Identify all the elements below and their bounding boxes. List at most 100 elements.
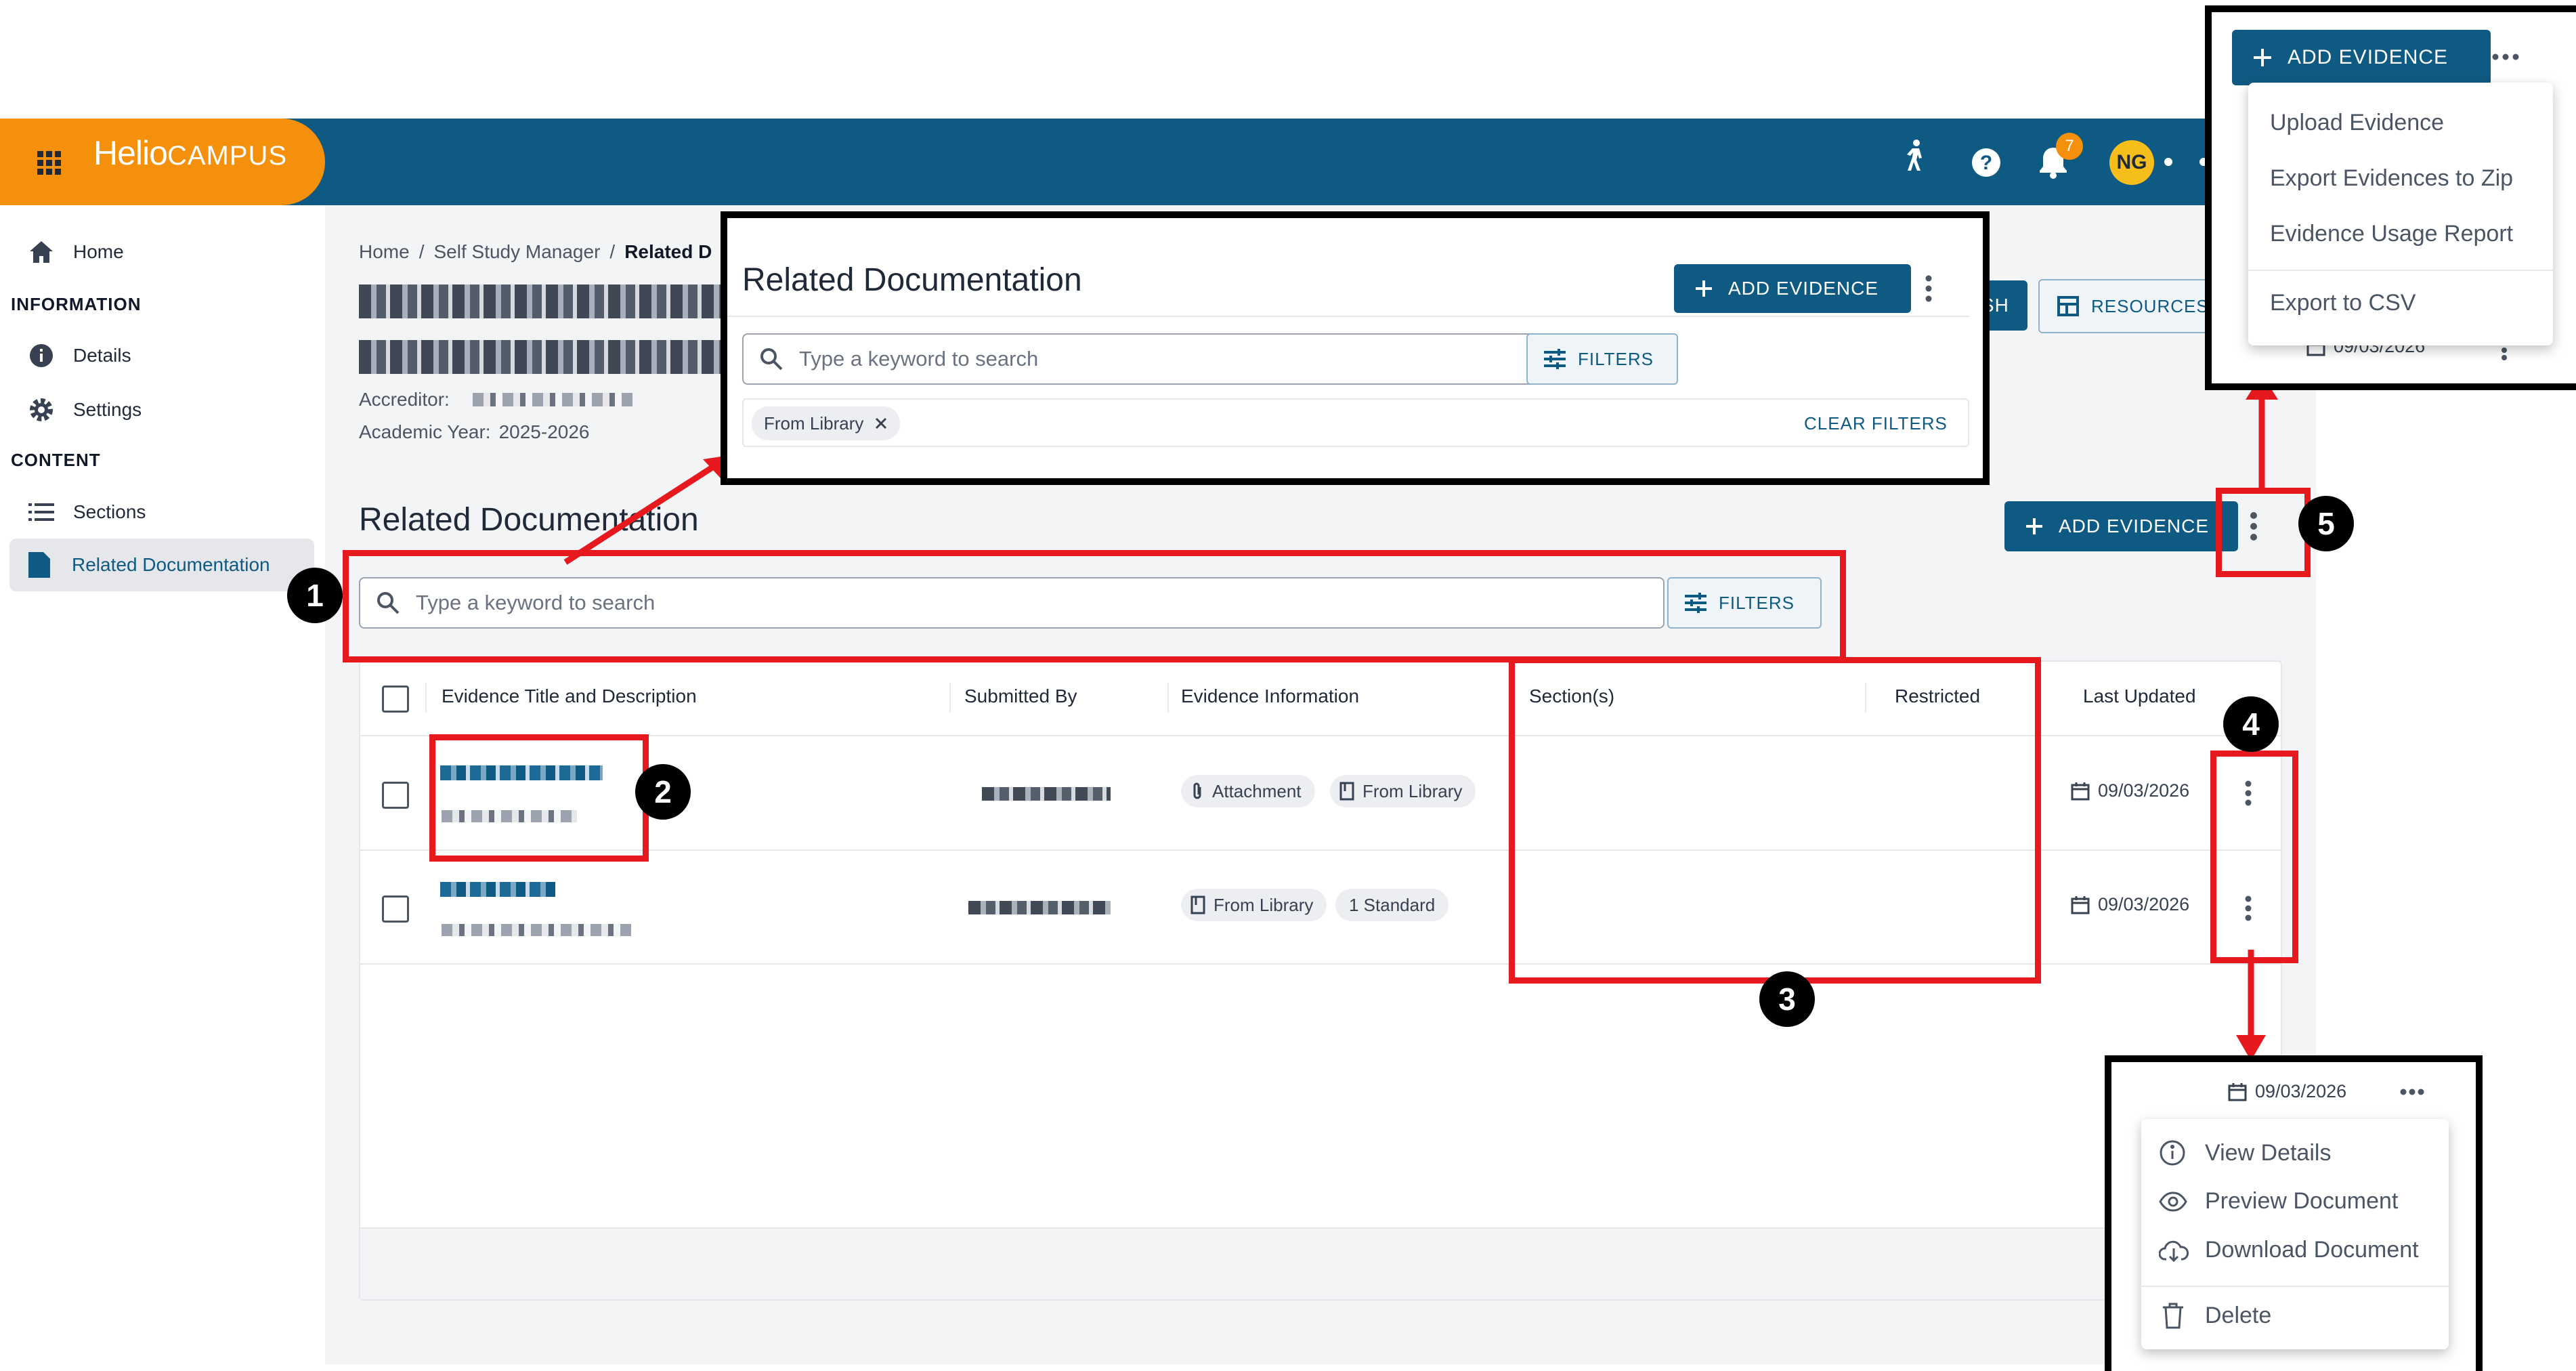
menu-item-evidence-usage-report[interactable]: Evidence Usage Report [2270,221,2513,247]
page-subtitle-redacted [359,340,725,374]
menu-item-download-document[interactable]: Download Document [2159,1237,2419,1263]
zoom-filters-button[interactable]: FILTERS [1526,333,1678,385]
info-icon [28,343,54,368]
breadcrumb-home[interactable]: Home [359,241,410,263]
evidence-title-link-redacted[interactable] [440,882,555,897]
last-updated-date: 09/03/2026 [2071,780,2189,801]
document-icon [28,552,50,578]
zoom-search-input[interactable]: Type a keyword to search [742,333,1540,385]
callout-box-title [429,734,649,862]
page-title-redacted [359,284,725,318]
submitted-by-redacted [968,901,1111,914]
calendar-icon [2071,782,2090,801]
zoom-panel-row-actions-menu: 09/03/2026 View Details Preview Document… [2105,1055,2483,1371]
eye-icon [2159,1191,2187,1212]
more-options-horizontal-icon[interactable] [2400,1088,2424,1096]
select-all-checkbox[interactable] [382,686,409,713]
help-icon[interactable]: ? [1971,147,2002,178]
column-header-last-updated[interactable]: Last Updated [2083,686,2196,707]
divider [727,316,1969,317]
sidebar-item-related-documentation-content: Related Documentation [28,552,270,578]
callout-marker-4: 4 [2223,696,2279,752]
row-actions-dropdown-menu: View Details Preview Document Download D… [2141,1119,2449,1349]
app-bar [0,119,2228,205]
callout-arrow-icon [2236,950,2266,1061]
applied-filters-bar [742,398,1969,447]
plus-icon [2252,47,2273,68]
add-evidence-dropdown-menu: Upload Evidence Export Evidences to Zip … [2248,83,2553,345]
zoom-section-title: Related Documentation [742,262,1082,298]
user-avatar[interactable]: NG [2109,140,2154,185]
filter-sliders-icon [1544,349,1566,369]
close-icon[interactable] [874,417,888,430]
zoom-date: 09/03/2026 [2228,1081,2346,1102]
breadcrumb-current: Related D [624,241,712,262]
plus-icon [1694,279,1713,298]
accessibility-walker-icon[interactable] [1903,139,1930,171]
notification-count-badge: 7 [2056,133,2083,160]
callout-arrow-icon [563,455,730,565]
standards-count-chip: 1 Standard [1335,889,1449,921]
brand-tab: HelioCAMPUS [0,119,325,205]
zoom-add-evidence-button[interactable]: ADD EVIDENCE [2232,30,2491,85]
column-header-title[interactable]: Evidence Title and Description [442,686,697,707]
search-icon [760,347,783,371]
callout-marker-2: 2 [635,764,691,820]
book-icon [1339,782,1354,801]
zoom-more-options-kebab-icon[interactable] [1925,275,1933,302]
column-header-evidence-information[interactable]: Evidence Information [1181,686,1359,707]
menu-item-view-details[interactable]: View Details [2159,1139,2331,1166]
sidebar-section-content: CONTENT [11,450,101,470]
sidebar-item-sections[interactable]: Sections [28,501,146,523]
sidebar-item-details[interactable]: Details [28,343,131,368]
callout-box-row-actions [2210,751,2298,963]
plus-icon [2025,517,2044,536]
from-library-chip: From Library [1181,889,1327,921]
home-icon [28,240,54,264]
sidebar-section-information: INFORMATION [11,294,142,314]
academic-year: Academic Year: 2025-2026 [359,421,590,442]
add-evidence-button[interactable]: ADD EVIDENCE [2004,501,2238,551]
paperclip-icon [1190,782,1204,801]
breadcrumb-self-study-manager[interactable]: Self Study Manager [433,241,600,263]
sidebar-item-home[interactable]: Home [28,240,124,264]
from-library-chip: From Library [1330,775,1476,807]
callout-marker-3: 3 [1759,971,1815,1027]
menu-item-delete[interactable]: Delete [2162,1302,2271,1329]
menu-item-upload-evidence[interactable]: Upload Evidence [2270,110,2444,136]
menu-item-export-csv[interactable]: Export to CSV [2270,290,2416,316]
resources-icon [2057,296,2079,316]
zoom-panel-filters: Related Documentation ADD EVIDENCE Type … [721,211,1990,485]
more-dot-icon [2164,158,2172,166]
row-checkbox[interactable] [382,782,409,809]
column-header-submitted-by[interactable]: Submitted By [964,686,1077,707]
info-outline-icon [2159,1139,2186,1166]
book-icon [1190,895,1205,914]
calendar-icon [2071,895,2090,914]
column-divider [1167,683,1169,713]
clear-filters-link[interactable]: CLEAR FILTERS [1804,413,1948,434]
sidebar-item-settings[interactable]: Settings [28,397,142,423]
callout-marker-5: 5 [2298,496,2354,551]
callout-marker-1: 1 [287,568,343,623]
sidebar [0,205,325,1364]
trash-icon [2162,1302,2185,1329]
apps-grid-icon[interactable] [37,151,62,175]
helio-campus-logo[interactable]: HelioCAMPUS [93,133,287,173]
column-divider [425,683,427,713]
applied-filter-chip: From Library [752,406,901,440]
accreditor-value-redacted [473,393,632,406]
menu-item-export-evidences-zip[interactable]: Export Evidences to Zip [2270,165,2513,192]
zoom-add-evidence-button[interactable]: ADD EVIDENCE [1674,264,1911,313]
submitted-by-redacted [982,787,1111,801]
breadcrumb: Home / Self Study Manager / Related D [359,241,712,263]
list-icon [28,502,54,522]
last-updated-date: 09/03/2026 [2071,894,2189,915]
zoom-panel-add-evidence-menu: ADD EVIDENCE 09/03/2026 Upload Evidence … [2205,5,2576,390]
menu-item-preview-document[interactable]: Preview Document [2159,1188,2398,1215]
callout-box-more-options [2216,488,2311,577]
more-options-horizontal-icon[interactable] [2492,53,2519,61]
menu-divider [2248,270,2553,271]
row-checkbox[interactable] [382,895,409,923]
accreditor-label: Accreditor: [359,389,450,410]
